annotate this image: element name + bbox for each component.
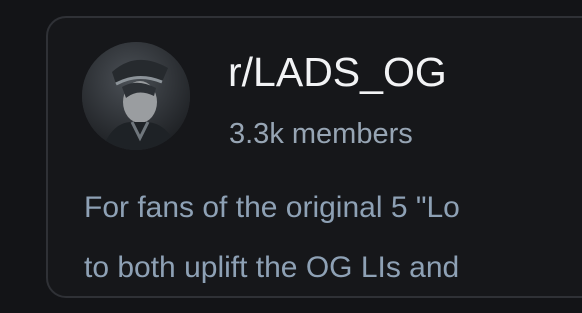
avatar-photo-icon	[82, 42, 190, 150]
community-name[interactable]: r/LADS_OG	[228, 52, 447, 93]
description-line: to both uplift the OG LIs and	[84, 251, 460, 284]
community-description: For fans of the original 5 "Lo to both u…	[84, 178, 460, 296]
community-avatar[interactable]	[82, 42, 190, 150]
description-line: For fans of the original 5 "Lo	[84, 191, 460, 224]
member-count: 3.3k members	[229, 118, 413, 150]
community-card[interactable]: r/LADS_OG 3.3k members For fans of the o…	[46, 16, 582, 298]
